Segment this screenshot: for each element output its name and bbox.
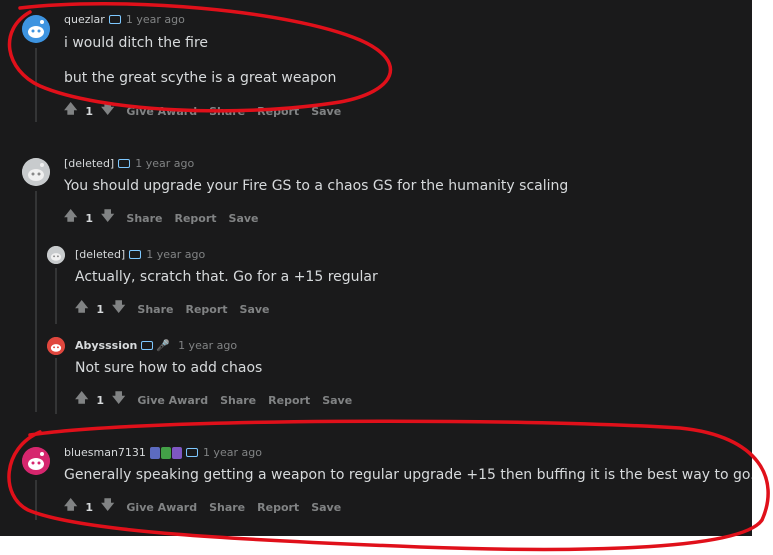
share-button[interactable]: Share <box>209 501 245 514</box>
avatar[interactable] <box>47 337 65 355</box>
save-button[interactable]: Save <box>311 501 341 514</box>
share-button[interactable]: Share <box>220 394 256 407</box>
comment-author: [deleted] <box>64 157 115 170</box>
downvote-arrow-icon[interactable]: 🡇 <box>112 298 125 320</box>
comment-meta: [deleted] 1 year ago <box>64 157 194 170</box>
comment-time[interactable]: 1 year ago <box>203 446 262 459</box>
microphone-icon: 🎤 <box>156 339 171 352</box>
tag-icon <box>129 250 142 259</box>
comment-author[interactable]: Abysssion <box>75 339 137 352</box>
comment-time[interactable]: 1 year ago <box>178 339 237 352</box>
downvote-arrow-icon[interactable]: 🡇 <box>112 389 125 411</box>
share-button[interactable]: Share <box>137 303 173 316</box>
comment-author[interactable]: quezlar <box>64 13 105 26</box>
thread-line[interactable] <box>35 48 37 122</box>
page-margin <box>752 0 773 536</box>
downvote-arrow-icon[interactable]: 🡇 <box>101 100 114 122</box>
save-button[interactable]: Save <box>240 303 270 316</box>
thread-line[interactable] <box>35 480 37 520</box>
comment-body-line: i would ditch the fire <box>64 35 209 51</box>
comment-time[interactable]: 1 year ago <box>135 157 194 170</box>
upvote-arrow-icon[interactable]: 🡅 <box>75 389 88 411</box>
comment-time[interactable]: 1 year ago <box>146 248 205 261</box>
comment-actions: 🡅 1 🡇 Give Award Share Report Save <box>64 496 341 518</box>
comment-body-line: Actually, scratch that. Go for a +15 reg… <box>75 269 378 285</box>
tag-icon <box>118 159 131 168</box>
user-flair-badges <box>149 446 182 459</box>
thread-line[interactable] <box>55 358 57 414</box>
upvote-arrow-icon[interactable]: 🡅 <box>75 298 88 320</box>
comment-body-line: but the great scythe is a great weapon <box>64 70 337 86</box>
give-award-button[interactable]: Give Award <box>126 105 197 118</box>
tag-icon <box>108 15 121 24</box>
avatar <box>22 158 50 186</box>
badge-icon <box>160 446 171 459</box>
report-button[interactable]: Report <box>174 212 216 225</box>
comment-author: [deleted] <box>75 248 126 261</box>
give-award-button[interactable]: Give Award <box>126 501 197 514</box>
comment-score: 1 <box>96 302 105 316</box>
save-button[interactable]: Save <box>311 105 341 118</box>
comment-actions: 🡅 1 🡇 Give Award Share Report Save <box>75 389 352 411</box>
downvote-arrow-icon[interactable]: 🡇 <box>101 496 114 518</box>
save-button[interactable]: Save <box>322 394 352 407</box>
comment-score: 1 <box>85 211 94 225</box>
report-button[interactable]: Report <box>268 394 310 407</box>
comment-actions: 🡅 1 🡇 Share Report Save <box>75 298 270 320</box>
snoo-avatar-icon <box>22 447 50 475</box>
share-button[interactable]: Share <box>126 212 162 225</box>
tag-icon <box>185 448 198 457</box>
upvote-arrow-icon[interactable]: 🡅 <box>64 100 77 122</box>
snoo-avatar-icon <box>22 158 50 186</box>
page-margin <box>0 536 773 555</box>
avatar <box>47 246 65 264</box>
comment-actions: 🡅 1 🡇 Give Award Share Report Save <box>64 100 341 122</box>
share-button[interactable]: Share <box>209 105 245 118</box>
comment-score: 1 <box>96 393 105 407</box>
report-button[interactable]: Report <box>185 303 227 316</box>
upvote-arrow-icon[interactable]: 🡅 <box>64 207 77 229</box>
comment-body-line: You should upgrade your Fire GS to a cha… <box>64 178 569 194</box>
comment-meta: [deleted] 1 year ago <box>75 248 205 261</box>
avatar[interactable] <box>22 15 50 43</box>
comment-body-line: Not sure how to add chaos <box>75 360 263 376</box>
thread-line[interactable] <box>35 191 37 412</box>
comment-thread: quezlar 1 year ago i would ditch the fir… <box>0 0 755 536</box>
comment-body-line: Generally speaking getting a weapon to r… <box>64 467 755 483</box>
downvote-arrow-icon[interactable]: 🡇 <box>101 207 114 229</box>
report-button[interactable]: Report <box>257 105 299 118</box>
snoo-avatar-icon <box>47 337 65 355</box>
comment-score: 1 <box>85 500 94 514</box>
comment-meta: Abysssion 🎤 1 year ago <box>75 339 237 352</box>
tag-icon <box>141 341 154 350</box>
upvote-arrow-icon[interactable]: 🡅 <box>64 496 77 518</box>
comment-actions: 🡅 1 🡇 Share Report Save <box>64 207 259 229</box>
snoo-avatar-icon <box>47 246 65 264</box>
give-award-button[interactable]: Give Award <box>137 394 208 407</box>
report-button[interactable]: Report <box>257 501 299 514</box>
snoo-avatar-icon <box>22 15 50 43</box>
comment-author[interactable]: bluesman7131 <box>64 446 146 459</box>
comment-time[interactable]: 1 year ago <box>126 13 185 26</box>
comment-meta: bluesman7131 1 year ago <box>64 446 262 459</box>
badge-icon <box>149 446 160 459</box>
comment-score: 1 <box>85 104 94 118</box>
save-button[interactable]: Save <box>229 212 259 225</box>
thread-line[interactable] <box>55 268 57 324</box>
avatar[interactable] <box>22 447 50 475</box>
comment-meta: quezlar 1 year ago <box>64 13 185 26</box>
badge-icon <box>171 446 182 459</box>
